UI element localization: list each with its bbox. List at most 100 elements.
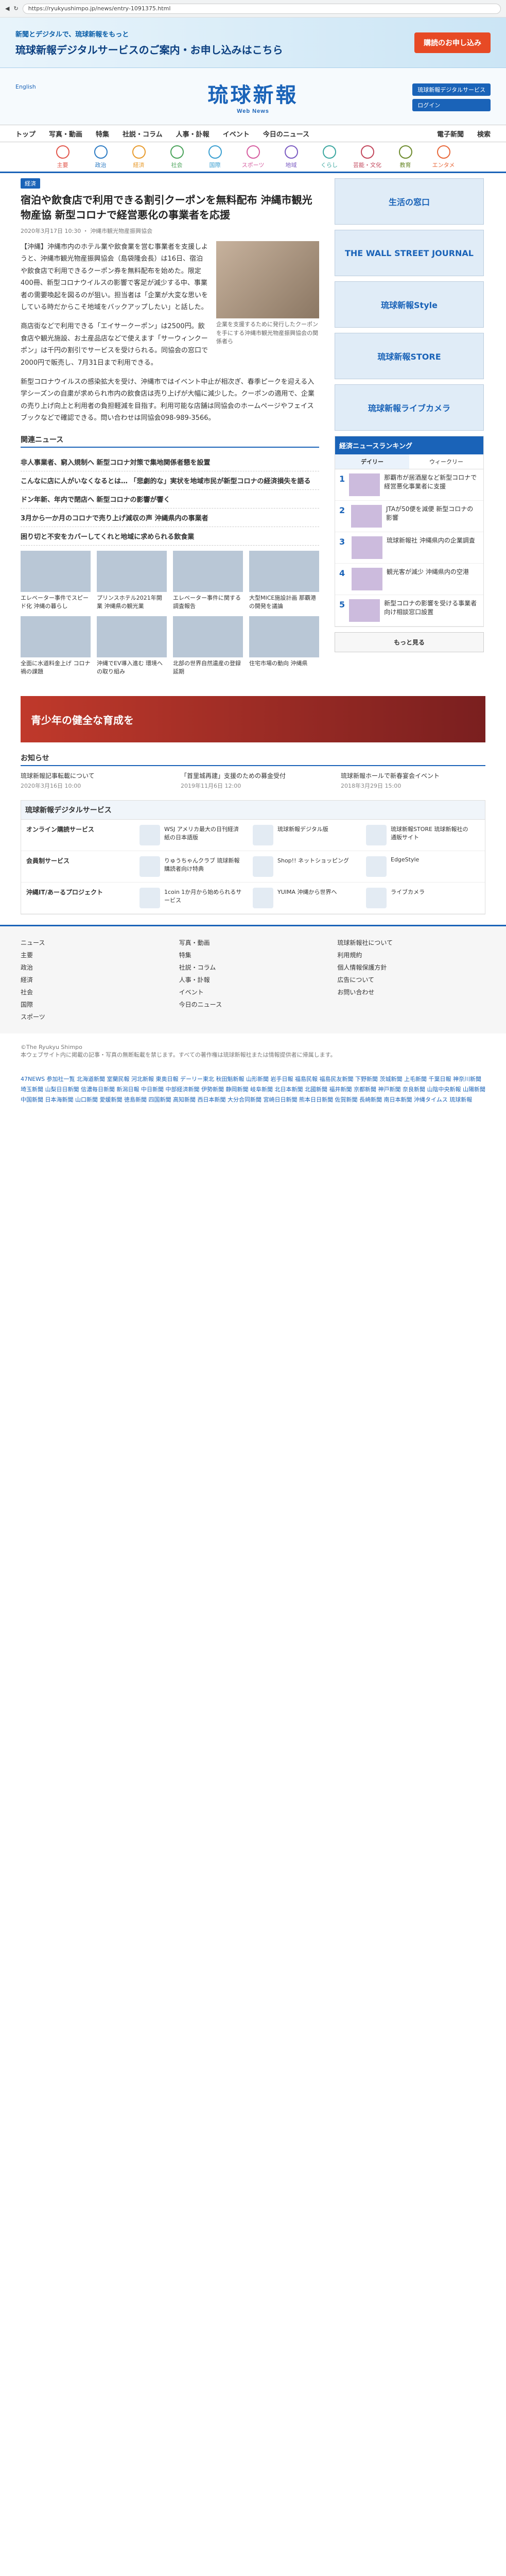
cat-world[interactable]: 国際 (200, 145, 231, 169)
card-image (173, 551, 243, 592)
cat-main[interactable]: 主要 (47, 145, 78, 169)
cat-life[interactable]: くらし (314, 145, 345, 169)
service-item[interactable]: Shop!! ネットショッピング (253, 856, 356, 877)
service-icon (366, 888, 387, 909)
service-item[interactable]: りゅうちゃんクラブ 琉球新報購読者向け特典 (139, 856, 242, 877)
recommend-card[interactable]: 沖縄でEV導入進む 環境への取り組み (97, 616, 167, 675)
service-item[interactable]: YUIMA 沖縄から世界へ (253, 888, 356, 909)
tab-daily[interactable]: デイリー (335, 454, 409, 469)
nav-search[interactable]: 検索 (477, 129, 491, 139)
recommend-card[interactable]: エレベーター事件に関する調査報告 (173, 551, 243, 610)
ranking-title: 経済ニュースランキング (335, 436, 483, 454)
service-item[interactable]: 琉球新報STORE 琉球新報社の通販サイト (366, 825, 469, 846)
ball-icon (246, 145, 260, 159)
nav-event[interactable]: イベント (223, 129, 250, 139)
service-item[interactable]: 琉球新報デジタル版 (253, 825, 356, 846)
service-item[interactable]: WSJ アメリカ最大の日刊経済紙の日本語版 (139, 825, 242, 846)
service-item[interactable]: EdgeStyle (366, 856, 469, 877)
nav-photo[interactable]: 写真・動画 (49, 129, 82, 139)
cat-society[interactable]: 社会 (162, 145, 193, 169)
article-source: 沖縄市観光物産振興協会 (90, 228, 153, 234)
home-icon (322, 145, 336, 159)
ad-store[interactable]: 琉球新報STORE (335, 333, 484, 379)
notice-item[interactable]: 琉球新報ホールで新春宴会イベント 2018年3月29日 15:00 (341, 771, 485, 790)
recommend-card[interactable]: プリンスホテル2021年開業 沖縄県の観光業 (97, 551, 167, 610)
recommend-card[interactable]: 北部の世界自然遺産の登録延期 (173, 616, 243, 675)
notice-title: お知らせ (21, 753, 485, 767)
related-item[interactable]: こんなに店に人がいなくなるとは… 「悲劇的な」実状を地域市民が新型コロナの経済損… (21, 471, 319, 490)
article-category[interactable]: 経済 (21, 178, 40, 189)
copyright: ©The Ryukyu Shimpo 本ウェブサイト内に掲載の記事・写真の無断転… (21, 1044, 336, 1059)
ad-style[interactable]: 琉球新報Style (335, 281, 484, 328)
news47-list[interactable]: 47NEWS 参加社一覧 北海道新聞 室蘭民報 河北新報 東奥日報 デーリー東北… (0, 1069, 506, 1110)
related-item[interactable]: 困り切と不安をカバーしてくれと地域に求められる飲食業 (21, 527, 319, 546)
yen-icon (132, 145, 146, 159)
cat-sports[interactable]: スポーツ (238, 145, 269, 169)
nav-column[interactable]: 社説・コラム (123, 129, 163, 139)
nav-feature[interactable]: 特集 (96, 129, 109, 139)
ad-life-window[interactable]: 生活の窓口 (335, 178, 484, 225)
recommend-card[interactable]: 全面に水道料金上げ コロナ禍の課題 (21, 616, 91, 675)
english-link[interactable]: English (15, 83, 36, 90)
service-item[interactable]: ライブカメラ (366, 888, 469, 909)
ad-wsj[interactable]: THE WALL STREET JOURNAL (335, 230, 484, 276)
browser-bar: ◀ ↻ https://ryukyushimpo.jp/news/entry-1… (0, 0, 506, 18)
recommend-card[interactable]: エレベーター事件でスピード化 沖縄の暮らし (21, 551, 91, 610)
login-button[interactable]: ログイン (412, 99, 491, 111)
ad-livecam[interactable]: 琉球新報ライブカメラ (335, 384, 484, 431)
cat-entertainment[interactable]: エンタメ (428, 145, 459, 169)
article-title: 宿泊や飲食店で利用できる割引クーポンを無料配布 沖縄市観光物産協 新型コロナで経… (21, 194, 312, 221)
related-item[interactable]: 3月から一か月のコロナで売り上げ減収の声 沖縄県内の事業者 (21, 509, 319, 528)
recommend-card[interactable]: 住宅市場の動向 沖縄県 (249, 616, 319, 675)
service-icon (139, 888, 160, 909)
photo-caption: 企業を支援するために発行したクーポンを手にする沖縄市観光物産振興協会の関係者ら (216, 321, 319, 345)
ranking-item[interactable]: 1 那覇市が居酒屋など新型コロナで経営悪化事業者に支援 (335, 469, 483, 501)
cat-region[interactable]: 地域 (276, 145, 307, 169)
nav-epaper[interactable]: 電子新聞 (437, 129, 464, 139)
rank-thumb (349, 599, 380, 622)
back-icon[interactable]: ◀ (5, 5, 9, 12)
service-icon (366, 825, 387, 846)
cat-economy[interactable]: 経済 (124, 145, 154, 169)
more-button[interactable]: もっと見る (335, 632, 484, 652)
nav-today[interactable]: 今日のニュース (263, 129, 309, 139)
tab-weekly[interactable]: ウィークリー (409, 454, 483, 469)
ranking-box: 経済ニュースランキング デイリー ウィークリー 1 那覇市が居酒屋など新型コロナで… (335, 436, 484, 627)
rank-thumb (349, 473, 380, 496)
recommend-grid: エレベーター事件でスピード化 沖縄の暮らし プリンスホテル2021年開業 沖縄県… (21, 551, 319, 675)
promo-banner[interactable]: 新聞とデジタルで、琉球新報をもっと 琉球新報デジタルサービスのご案内・お申し込み… (0, 18, 506, 68)
article-photo[interactable]: 企業を支援するために発行したクーポンを手にする沖縄市観光物産振興協会の関係者ら (216, 241, 319, 346)
ranking-item[interactable]: 5 新型コロナの影響を受ける事業者向け相談窓口設置 (335, 595, 483, 626)
star-icon (56, 145, 69, 159)
address-bar[interactable]: https://ryukyushimpo.jp/news/entry-10913… (22, 3, 501, 14)
notice-item[interactable]: 「首里城再建」支援のための募金受付 2019年11月6日 12:00 (181, 771, 325, 790)
notice-item[interactable]: 琉球新報記事転載について 2020年3月16日 10:00 (21, 771, 165, 790)
cat-politics[interactable]: 政治 (85, 145, 116, 169)
services-title: 琉球新報デジタルサービス (21, 801, 485, 820)
service-row: 沖縄IT/あーるプロジェクト 1coin 1か月から始められるサービス YUIM… (21, 883, 485, 914)
sidebar: 生活の窓口 THE WALL STREET JOURNAL 琉球新報Style … (335, 178, 484, 681)
cat-culture[interactable]: 芸能・文化 (352, 145, 383, 169)
cat-education[interactable]: 教育 (390, 145, 421, 169)
ranking-item[interactable]: 3 琉球新報社 沖縄県内の企業調査 (335, 532, 483, 564)
service-icon (253, 825, 273, 846)
nav-personnel[interactable]: 人事・訃報 (176, 129, 210, 139)
article-paragraph: 新型コロナウイルスの感染拡大を受け、沖縄市ではイベント中止が相次ぎ、春季ピークを… (21, 378, 315, 422)
ad-banner[interactable]: 青少年の健全な育成を (21, 696, 485, 743)
header: English 琉球新報 Web News 琉球新報デジタルサービス ログイン (0, 68, 506, 125)
nav-top[interactable]: トップ (15, 129, 36, 139)
card-image (97, 616, 167, 658)
promo-cta-button[interactable]: 購読のお申し込み (414, 32, 491, 53)
footer-col: 琉球新報社について 利用規約 個人情報保護方針 広告について お問い合わせ (337, 939, 393, 996)
reload-icon[interactable]: ↻ (13, 5, 18, 12)
footer: ニュース 主要 政治 経済 社会 国際 スポーツ 写真・動画 特集 社説・コラム 人事・訃報 イベン… (0, 925, 506, 1034)
related-item[interactable]: ドン年新、年内で閉店へ 新型コロナの影響が響く (21, 490, 319, 509)
digital-service-button[interactable]: 琉球新報デジタルサービス (412, 83, 491, 96)
service-item[interactable]: 1coin 1か月から始められるサービス (139, 888, 242, 909)
promo-line2: 琉球新報デジタルサービスのご案内・お申し込みはこちら (15, 43, 283, 56)
related-item[interactable]: 非人事業者、窮入規制へ 新型コロナ対策で集地関係者懇を設置 (21, 453, 319, 472)
ranking-item[interactable]: 4 観光客が減少 沖縄県内の空港 (335, 564, 483, 595)
ranking-item[interactable]: 2 JTAが50便を減便 新型コロナの影響 (335, 501, 483, 532)
article-date: 2020年3月17日 10:30 (21, 228, 81, 234)
recommend-card[interactable]: 大型MICE施設計画 那覇港の開発を議論 (249, 551, 319, 610)
